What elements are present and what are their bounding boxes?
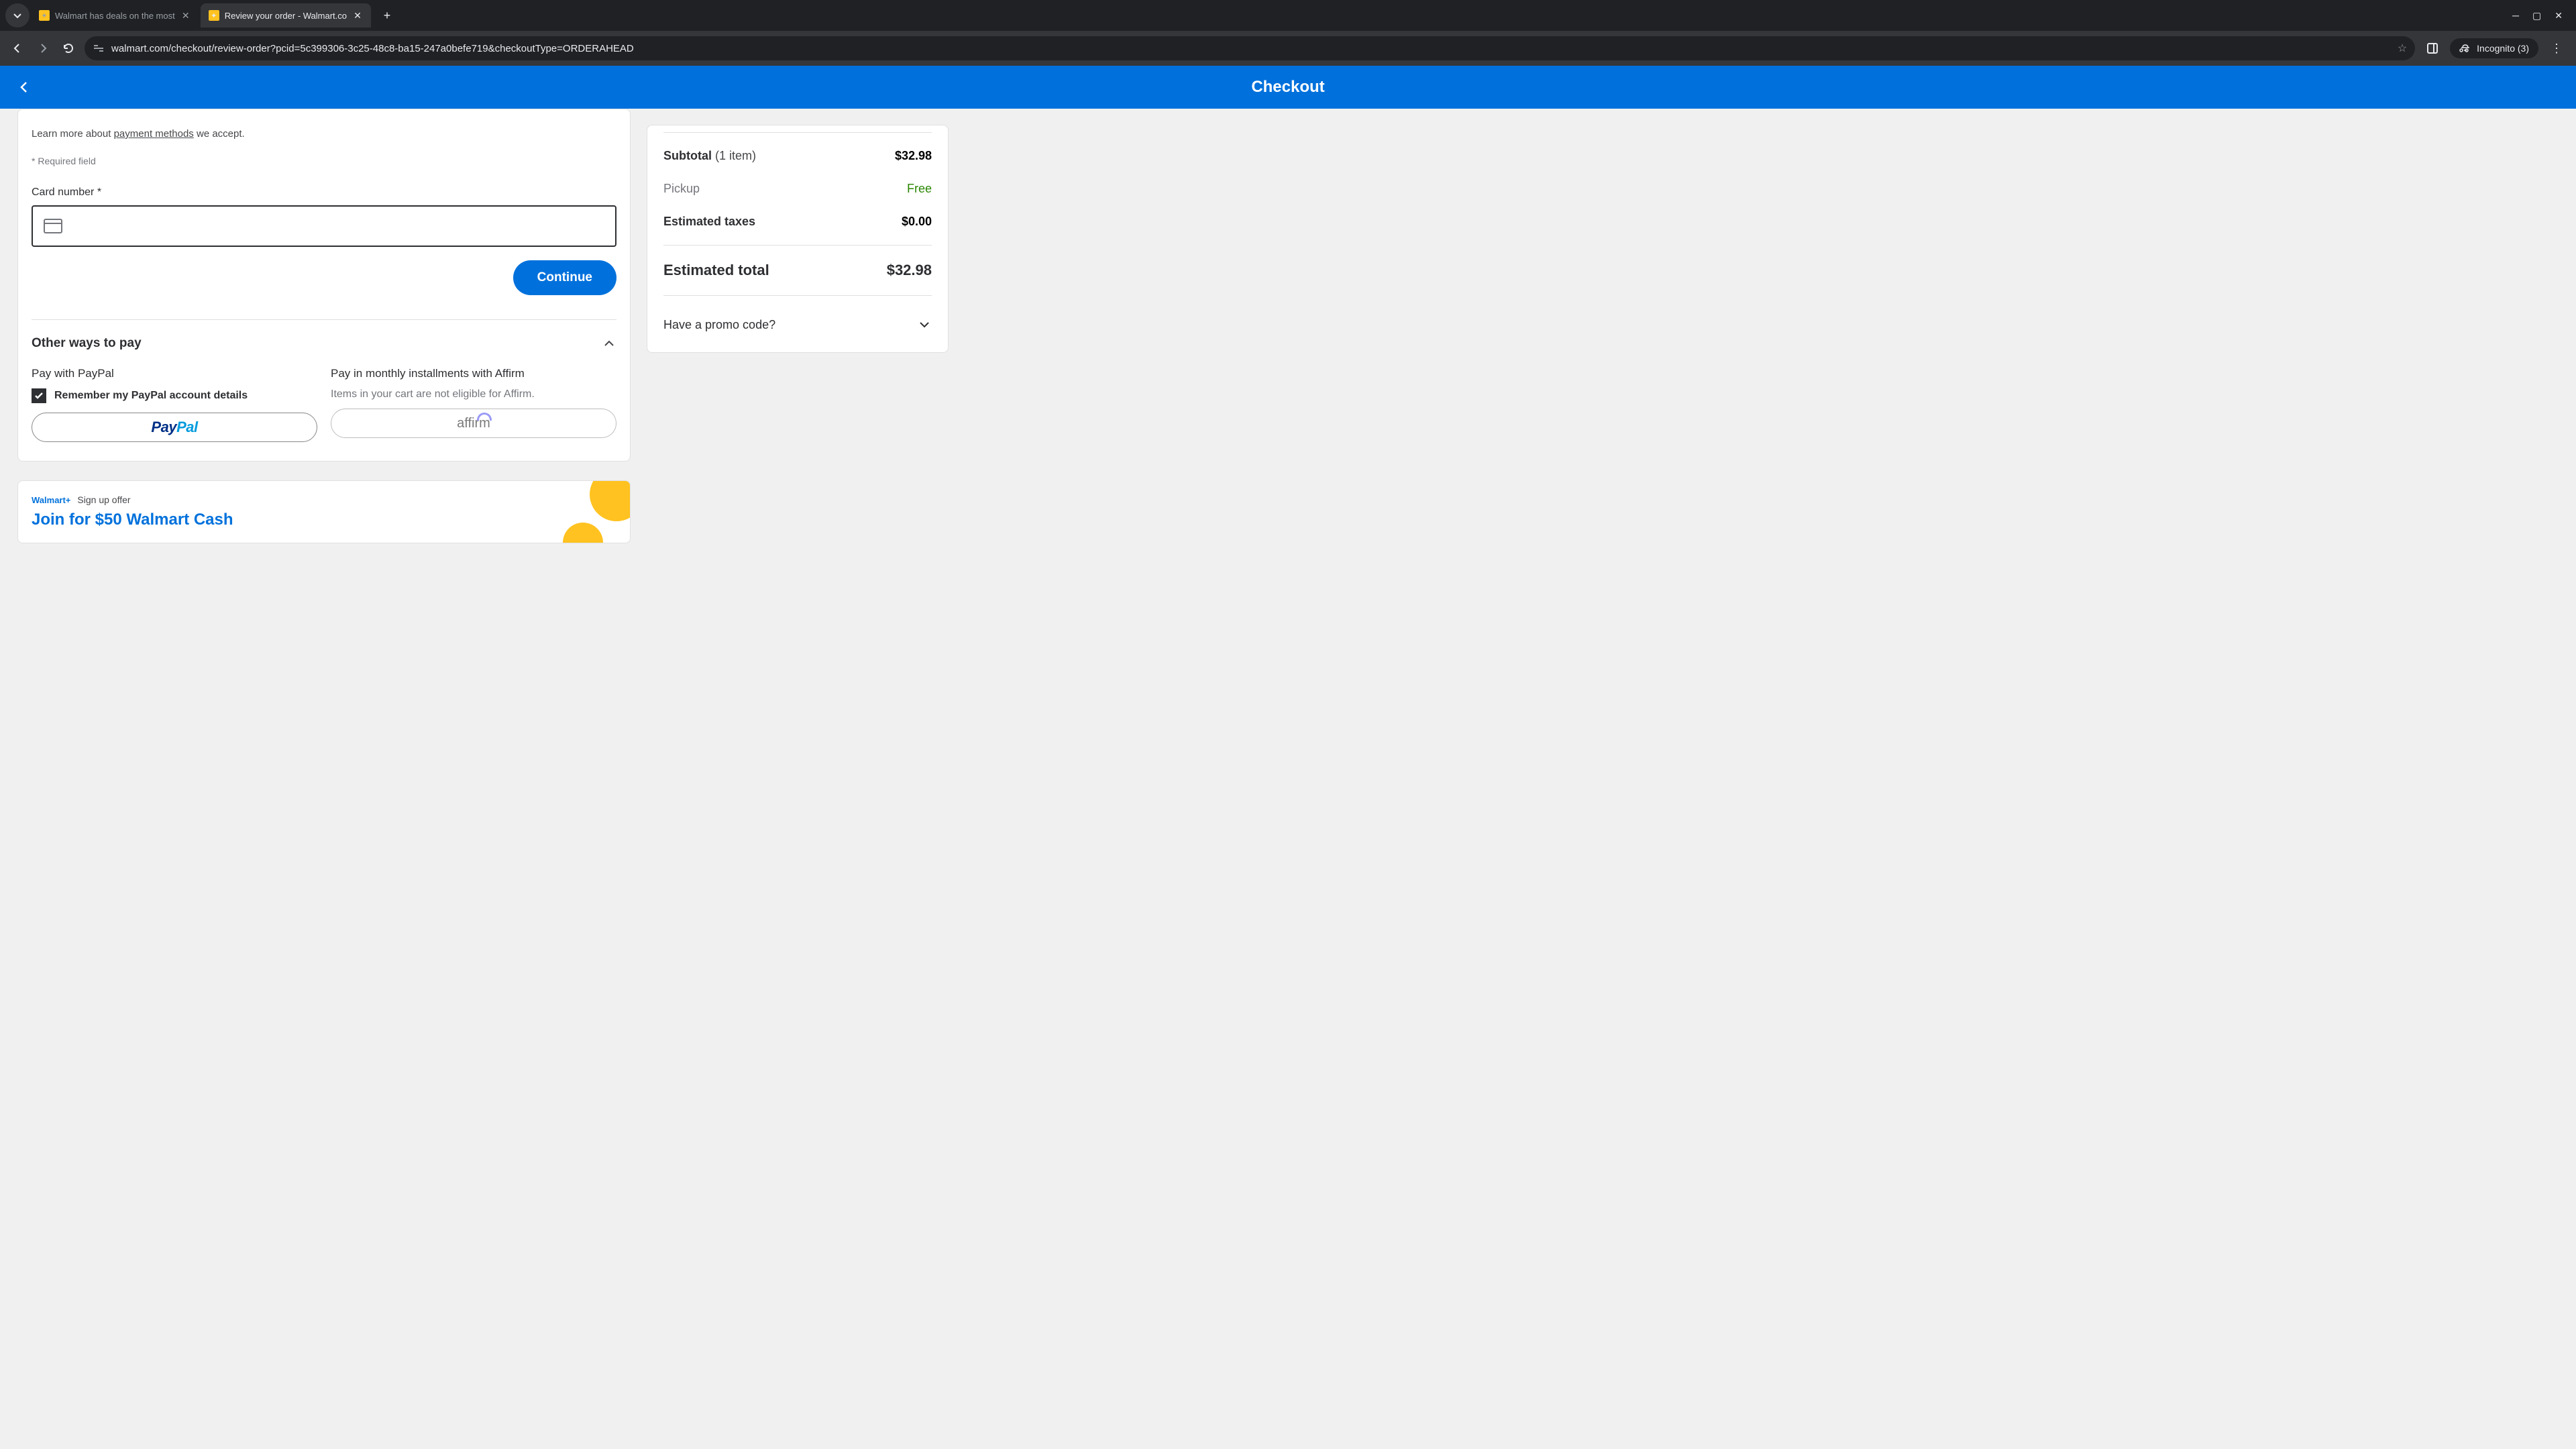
subtotal-label: Subtotal (1 item): [663, 149, 756, 163]
paypal-option: Pay with PayPal Remember my PayPal accou…: [32, 367, 317, 442]
card-number-input[interactable]: [72, 207, 604, 246]
other-pay-options: Pay with PayPal Remember my PayPal accou…: [32, 354, 616, 442]
learn-more-text: Learn more about payment methods we acce…: [32, 109, 616, 145]
payment-column: Learn more about payment methods we acce…: [17, 109, 631, 543]
walmart-favicon: ✦: [209, 10, 219, 21]
new-tab-button[interactable]: +: [378, 6, 396, 25]
paypal-title: Pay with PayPal: [32, 367, 317, 388]
chevron-up-icon: [602, 336, 616, 351]
reload-button[interactable]: [59, 39, 78, 58]
main-content: Learn more about payment methods we acce…: [0, 109, 966, 570]
summary-column: Subtotal (1 item) $32.98 Pickup Free Est…: [647, 109, 949, 543]
checkout-back-button[interactable]: [16, 79, 32, 95]
close-window-button[interactable]: ✕: [2555, 10, 2563, 21]
tab-title: Review your order - Walmart.co: [225, 11, 347, 21]
bookmark-star-icon[interactable]: ☆: [2398, 42, 2407, 55]
page-title: Checkout: [0, 78, 2576, 97]
paypal-logo: PayPal: [151, 419, 197, 436]
required-field-note: * Required field: [32, 145, 616, 174]
other-ways-heading: Other ways to pay: [32, 336, 142, 351]
page-viewport: Checkout Learn more about payment method…: [0, 66, 2576, 1449]
tab-close-button[interactable]: ✕: [180, 10, 191, 21]
page-scroll[interactable]: Checkout Learn more about payment method…: [0, 66, 2576, 1449]
walmart-plus-logo: Walmart+: [32, 495, 70, 505]
arrow-left-icon: [11, 42, 24, 55]
address-bar[interactable]: walmart.com/checkout/review-order?pcid=5…: [85, 36, 2415, 60]
taxes-row: Estimated taxes $0.00: [663, 205, 932, 238]
promo-code-label: Have a promo code?: [663, 318, 775, 332]
pickup-value: Free: [907, 182, 932, 196]
chevron-left-icon: [16, 79, 32, 95]
browser-menu-button[interactable]: ⋮: [2545, 42, 2568, 56]
chevron-down-icon: [13, 11, 22, 20]
subtotal-value: $32.98: [895, 149, 932, 163]
url-text: walmart.com/checkout/review-order?pcid=5…: [111, 43, 2391, 54]
affirm-option: Pay in monthly installments with Affirm …: [331, 367, 616, 442]
incognito-icon: [2459, 42, 2471, 54]
arrow-right-icon: [36, 42, 50, 55]
tab-title: Walmart has deals on the most: [55, 11, 175, 21]
card-number-label: Card number *: [32, 174, 616, 205]
remember-paypal-label: Remember my PayPal account details: [54, 390, 248, 402]
checkmark-icon: [34, 390, 44, 401]
side-panel-icon[interactable]: [2422, 42, 2443, 55]
total-value: $32.98: [887, 262, 932, 279]
maximize-button[interactable]: ▢: [2532, 10, 2541, 21]
affirm-logo: affirm: [457, 416, 490, 431]
chevron-down-icon: [917, 317, 932, 332]
affirm-title: Pay in monthly installments with Affirm: [331, 367, 616, 388]
forward-button[interactable]: [34, 39, 52, 58]
walmart-plus-banner[interactable]: Walmart+ Sign up offer Join for $50 Walm…: [17, 480, 631, 543]
window-controls: ─ ▢ ✕: [2504, 10, 2571, 21]
total-row: Estimated total $32.98: [663, 252, 932, 288]
tab-close-button[interactable]: ✕: [352, 10, 363, 21]
tab-inactive[interactable]: ✦ Walmart has deals on the most ✕: [31, 3, 199, 28]
continue-button[interactable]: Continue: [513, 260, 616, 295]
payment-card: Learn more about payment methods we acce…: [17, 109, 631, 462]
order-summary-card: Subtotal (1 item) $32.98 Pickup Free Est…: [647, 125, 949, 353]
walmart-favicon: ✦: [39, 10, 50, 21]
site-settings-icon[interactable]: [93, 42, 105, 54]
reload-icon: [62, 42, 75, 55]
total-label: Estimated total: [663, 262, 769, 279]
taxes-label: Estimated taxes: [663, 215, 755, 229]
promo-subtitle: Sign up offer: [77, 494, 130, 505]
taxes-value: $0.00: [902, 215, 932, 229]
promo-badge-row: Walmart+ Sign up offer: [32, 494, 616, 505]
minimize-button[interactable]: ─: [2512, 10, 2519, 21]
tabs-dropdown-button[interactable]: [5, 3, 30, 28]
nav-bar: walmart.com/checkout/review-order?pcid=5…: [0, 31, 2576, 66]
tab-active[interactable]: ✦ Review your order - Walmart.co ✕: [201, 3, 371, 28]
browser-chrome: ✦ Walmart has deals on the most ✕ ✦ Revi…: [0, 0, 2576, 66]
promo-code-toggle[interactable]: Have a promo code?: [663, 303, 932, 336]
card-number-field[interactable]: [32, 205, 616, 247]
back-button[interactable]: [8, 39, 27, 58]
remember-paypal-checkbox[interactable]: [32, 388, 46, 403]
other-ways-toggle[interactable]: Other ways to pay: [32, 320, 616, 354]
paypal-button[interactable]: PayPal: [32, 413, 317, 442]
payment-methods-link[interactable]: payment methods: [114, 128, 194, 140]
promo-headline: Join for $50 Walmart Cash: [32, 505, 616, 529]
credit-card-icon: [44, 219, 62, 233]
subtotal-row: Subtotal (1 item) $32.98: [663, 140, 932, 172]
affirm-button: affirm: [331, 409, 616, 438]
tab-bar: ✦ Walmart has deals on the most ✕ ✦ Revi…: [0, 0, 2576, 31]
incognito-label: Incognito (3): [2477, 43, 2529, 54]
incognito-badge[interactable]: Incognito (3): [2450, 38, 2538, 58]
pickup-row: Pickup Free: [663, 172, 932, 205]
pickup-label: Pickup: [663, 182, 700, 196]
checkout-header: Checkout: [0, 66, 2576, 109]
remember-paypal-row: Remember my PayPal account details: [32, 388, 317, 413]
affirm-ineligible-note: Items in your cart are not eligible for …: [331, 388, 616, 409]
